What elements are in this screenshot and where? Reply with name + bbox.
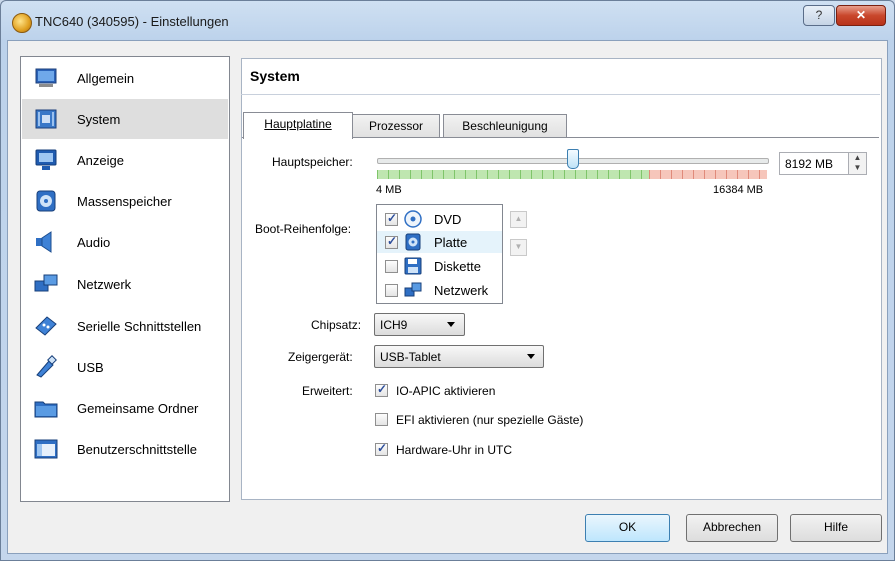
monitor-icon: [35, 68, 57, 87]
boot-item-label: Platte: [434, 235, 468, 250]
memory-max-label: 16384 MB: [713, 184, 764, 196]
tab-label: Hauptplatine: [264, 117, 332, 131]
title-bar[interactable]: TNC640 (340595) - Einstellungen ? ✕: [1, 1, 894, 41]
boot-order-label: Boot-Reihenfolge:: [255, 222, 352, 236]
dvd-icon: [404, 210, 422, 228]
chevron-down-icon: [447, 322, 455, 327]
chipset-select[interactable]: ICH9: [374, 313, 465, 336]
tab-label: Beschleunigung: [462, 119, 548, 133]
sidebar-item-system[interactable]: System: [22, 99, 228, 139]
sidebar-item-label: Serielle Schnittstellen: [77, 319, 202, 334]
ok-button[interactable]: OK: [585, 514, 670, 542]
sidebar-item-label: Netzwerk: [77, 277, 132, 292]
chevron-down-icon: [527, 354, 535, 359]
sidebar-item-benutzerschnittstelle[interactable]: Benutzerschnittstelle: [22, 429, 228, 469]
sidebar-item-netzwerk[interactable]: Netzwerk: [22, 264, 228, 304]
boot-order-list: DVD Platte Diskette Netzwerk: [376, 204, 503, 304]
boot-item-dvd[interactable]: DVD: [377, 208, 502, 230]
close-button[interactable]: ✕: [836, 5, 886, 26]
memory-min-label: 4 MB: [376, 184, 402, 196]
help-button[interactable]: Hilfe: [790, 514, 882, 542]
sidebar-item-audio[interactable]: Audio: [22, 222, 228, 262]
boot-item-label: Netzwerk: [434, 283, 489, 298]
utc-clock-checkbox[interactable]: [375, 441, 388, 456]
help-title-button[interactable]: ?: [803, 5, 835, 26]
sidebar-item-label: USB: [77, 360, 104, 375]
memory-value: 8192 MB: [785, 157, 834, 171]
network-icon: [404, 282, 422, 297]
move-down-button[interactable]: ▼: [510, 239, 527, 256]
boot-netzwerk-checkbox[interactable]: [385, 284, 398, 297]
tab-prozessor[interactable]: Prozessor: [352, 114, 440, 137]
folder-icon: [34, 401, 58, 418]
settings-sidebar: Allgemein System Anzeige Massenspeicher …: [20, 56, 230, 502]
boot-diskette-checkbox[interactable]: [385, 260, 398, 273]
sidebar-item-label: Anzeige: [77, 153, 124, 168]
floppy-icon: [404, 257, 422, 275]
display-icon: [35, 149, 57, 170]
io-apic-label[interactable]: IO-APIC aktivieren: [396, 384, 495, 398]
cancel-button[interactable]: Abbrechen: [686, 514, 778, 542]
boot-item-netzwerk[interactable]: Netzwerk: [377, 279, 502, 301]
sidebar-item-label: System: [77, 112, 121, 127]
sidebar-item-label: Allgemein: [77, 71, 135, 86]
utc-clock-label[interactable]: Hardware-Uhr in UTC: [396, 443, 512, 457]
spin-arrows-icon[interactable]: ▲ ▼: [848, 153, 866, 174]
boot-item-platte[interactable]: Platte: [377, 231, 502, 253]
panel-header: System: [241, 58, 880, 95]
memory-spinbox[interactable]: 8192 MB ▲ ▼: [779, 152, 867, 175]
boot-item-diskette[interactable]: Diskette: [377, 255, 502, 277]
window-icon: [34, 439, 58, 459]
serial-icon: [35, 316, 57, 336]
memory-warning-range: [649, 170, 767, 179]
sidebar-item-massenspeicher[interactable]: Massenspeicher: [22, 181, 228, 221]
network-icon: [34, 274, 58, 292]
motherboard-icon: [35, 109, 57, 129]
tab-label: Prozessor: [368, 119, 424, 133]
chipset-value: ICH9: [380, 318, 408, 332]
pointer-device-label: Zeigergerät:: [288, 350, 353, 364]
usb-icon: [36, 355, 57, 378]
pointer-device-select[interactable]: USB-Tablet: [374, 345, 544, 368]
window-title: TNC640 (340595) - Einstellungen: [35, 14, 229, 29]
sidebar-item-anzeige[interactable]: Anzeige: [22, 140, 228, 180]
boot-item-label: DVD: [434, 212, 462, 227]
efi-checkbox[interactable]: [375, 413, 388, 426]
boot-dvd-checkbox[interactable]: [385, 211, 398, 226]
page-title: System: [250, 68, 300, 84]
sidebar-item-gemeinsame-ordner[interactable]: Gemeinsame Ordner: [22, 388, 228, 428]
sidebar-item-label: Gemeinsame Ordner: [77, 401, 199, 416]
sidebar-item-label: Massenspeicher: [77, 194, 172, 209]
boot-item-label: Diskette: [434, 259, 481, 274]
boot-platte-checkbox[interactable]: [385, 234, 398, 249]
pointer-device-value: USB-Tablet: [380, 350, 441, 364]
tab-beschleunigung[interactable]: Beschleunigung: [443, 114, 567, 137]
memory-safe-range: [377, 170, 649, 179]
speaker-icon: [36, 231, 52, 253]
sidebar-item-allgemein[interactable]: Allgemein: [22, 58, 228, 98]
sidebar-item-label: Audio: [77, 235, 111, 250]
tab-hauptplatine[interactable]: Hauptplatine: [243, 112, 353, 139]
virtualbox-icon: [12, 13, 32, 33]
memory-label: Hauptspeicher:: [272, 155, 353, 169]
efi-label[interactable]: EFI aktivieren (nur spezielle Gäste): [396, 413, 583, 427]
io-apic-checkbox[interactable]: [375, 382, 388, 397]
harddisk-icon: [405, 233, 421, 251]
sidebar-item-usb[interactable]: USB: [22, 347, 228, 387]
extended-label: Erweitert:: [302, 384, 353, 398]
move-up-button[interactable]: ▲: [510, 211, 527, 228]
disk-icon: [36, 190, 56, 212]
chipset-label: Chipsatz:: [311, 318, 362, 332]
memory-slider-handle[interactable]: [566, 149, 579, 169]
sidebar-item-label: Benutzerschnittstelle: [77, 442, 197, 457]
sidebar-item-serielle-schnittstellen[interactable]: Serielle Schnittstellen: [22, 306, 228, 346]
